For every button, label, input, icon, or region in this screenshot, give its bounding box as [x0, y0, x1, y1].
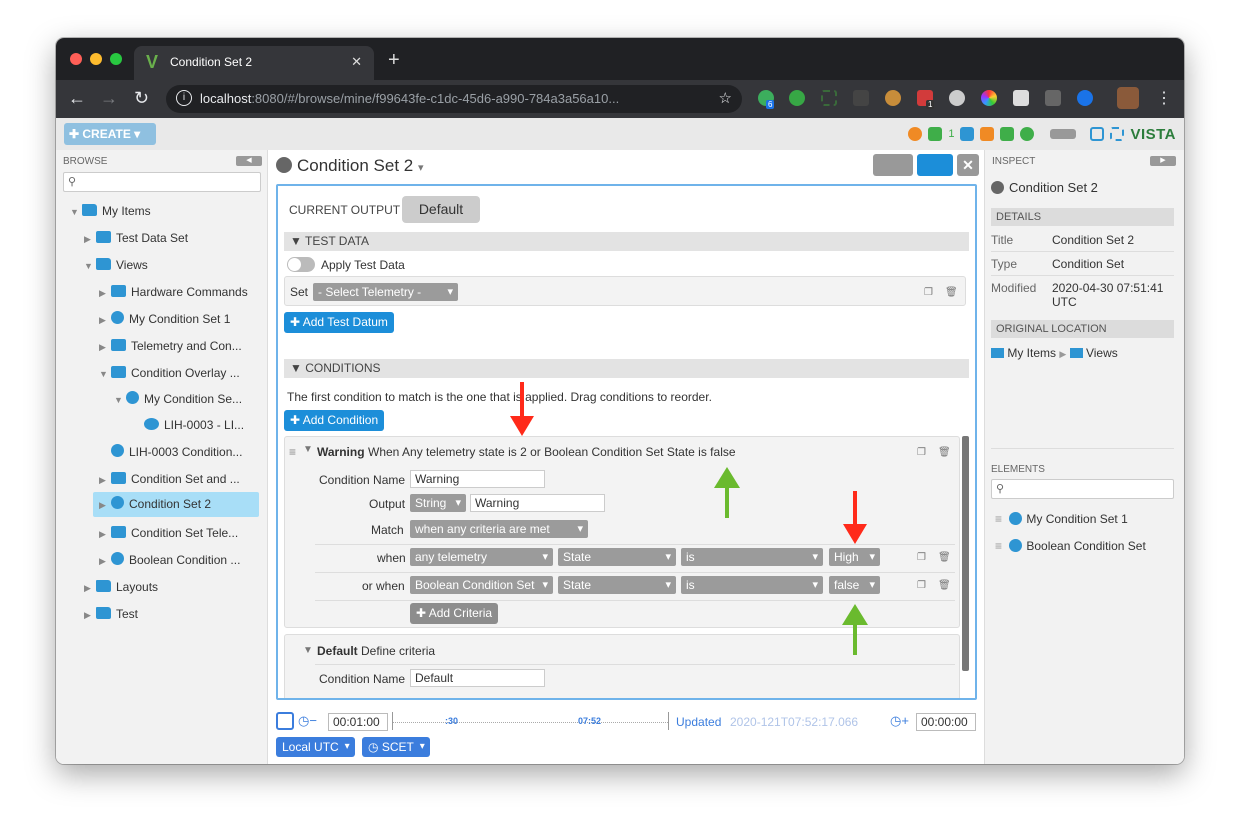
red-arrow-down-2 [843, 491, 867, 544]
red-arrow-down-1 [510, 382, 534, 436]
green-arrow-up-1 [714, 467, 740, 518]
annotation-arrows [510, 382, 868, 655]
green-arrow-up-2 [842, 604, 868, 655]
